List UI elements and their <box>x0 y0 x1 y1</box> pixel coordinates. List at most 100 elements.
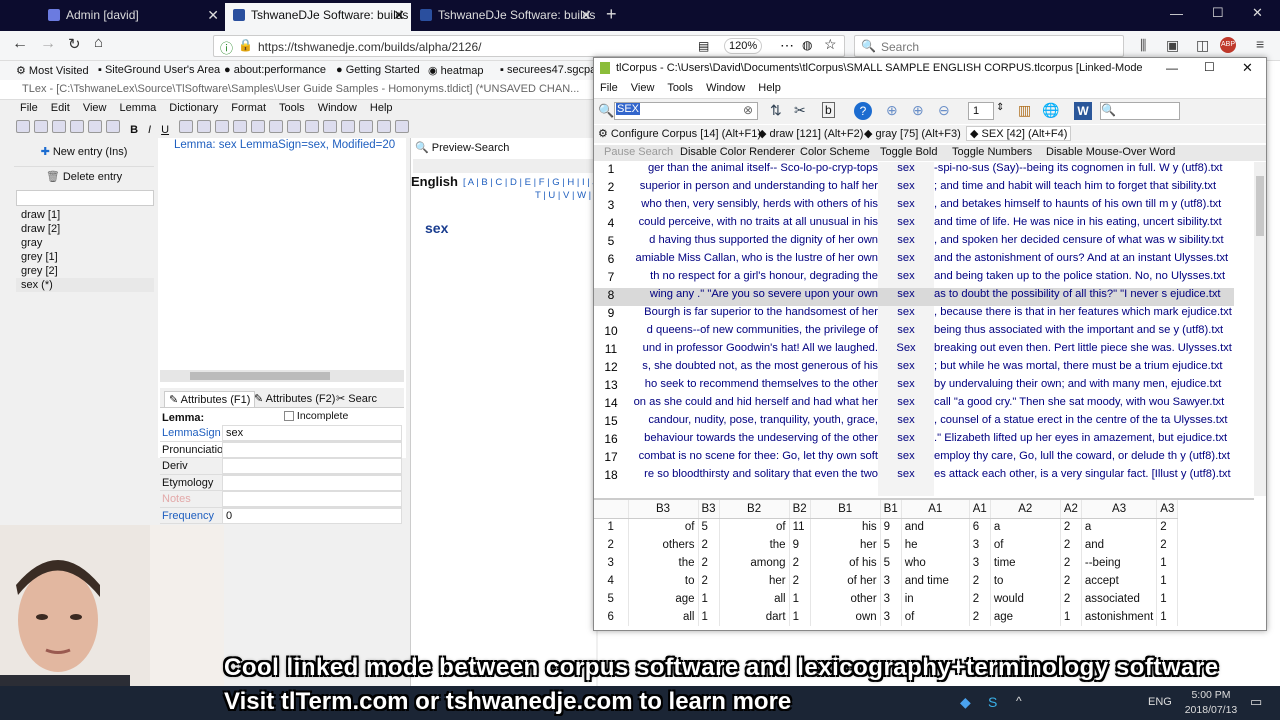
table-cell[interactable]: of <box>719 518 790 536</box>
globe-icon[interactable]: 🌐 <box>1042 102 1059 119</box>
menu-dictionary[interactable]: Dictionary <box>169 102 218 114</box>
table-cell[interactable]: a <box>1081 518 1158 536</box>
field-input-pronunciation[interactable] <box>222 441 402 458</box>
left-context[interactable]: und in professor Goodwin's hat! All we l… <box>630 342 878 354</box>
concordance-row[interactable]: 15 candour, nudity, pose, tranquility, yo… <box>594 414 1234 432</box>
table-cell[interactable]: 2 <box>698 554 720 572</box>
table-cell[interactable]: 1 <box>698 590 720 608</box>
table-cell[interactable]: other <box>810 590 881 608</box>
source-file[interactable]: ejudice.txt <box>1177 432 1227 444</box>
table-cell[interactable]: 2 <box>1060 518 1082 536</box>
refresh-icon[interactable] <box>34 120 48 133</box>
lemma-filter-input[interactable] <box>16 190 154 206</box>
table-cell[interactable]: he <box>901 536 970 554</box>
maximize-icon[interactable]: ☐ <box>1212 5 1224 21</box>
copy-icon[interactable] <box>106 120 120 133</box>
left-context[interactable]: Bourgh is far superior to the handsomest… <box>630 306 878 318</box>
source-file[interactable]: Ulysses.txt <box>1171 270 1225 282</box>
left-context[interactable]: re so bloodthirsty and solitary that eve… <box>630 468 878 480</box>
table-cell[interactable]: among <box>719 554 790 572</box>
table-cell[interactable]: 2 <box>789 572 811 590</box>
column-header[interactable]: B3 <box>698 500 720 519</box>
search-box[interactable]: 🔍 Search <box>854 35 1124 57</box>
left-context[interactable]: could perceive, with no traits at all un… <box>630 216 878 228</box>
preview-search[interactable]: 🔍 Preview-Search <box>415 141 509 154</box>
source-file[interactable]: y (utf8).txt <box>1173 162 1223 174</box>
source-file[interactable]: y (utf8).txt <box>1172 198 1222 210</box>
menu-tools[interactable]: Tools <box>279 102 305 114</box>
table-row[interactable]: 2 others 2 the 9 her 5 he 3 of 2 and 2 <box>594 536 1179 554</box>
table-cell[interactable]: age <box>628 590 699 608</box>
right-context[interactable]: by undervaluing their own; and with many… <box>934 378 1234 390</box>
browser-tab-2[interactable]: TshwaneDJe Software: builds / ✕ <box>225 3 411 31</box>
menu-window[interactable]: Window <box>318 102 357 114</box>
bookmark-item[interactable]: ▪ SiteGround User's Area <box>98 64 220 76</box>
table-cell[interactable]: 3 <box>969 536 991 554</box>
keyword[interactable]: sex <box>884 468 928 480</box>
menu-help[interactable]: Help <box>758 82 781 94</box>
table-cell[interactable]: age <box>990 608 1061 626</box>
pause-search-button[interactable]: Pause Search <box>604 146 673 158</box>
table-cell[interactable]: who <box>901 554 970 572</box>
close-tab-icon[interactable]: ✕ <box>393 3 405 27</box>
concordance-row[interactable]: 11 und in professor Goodwin's hat! All we… <box>594 342 1234 360</box>
list-item[interactable]: draw [1] <box>16 208 154 222</box>
table-cell[interactable]: 2 <box>1060 590 1082 608</box>
bookmark-star-icon[interactable]: ☆ <box>824 36 837 53</box>
table-cell[interactable]: all <box>719 590 790 608</box>
keyword[interactable]: sex <box>884 306 928 318</box>
toggle-numbers-button[interactable]: Toggle Numbers <box>952 146 1032 158</box>
keyword[interactable]: sex <box>884 324 928 336</box>
table-cell[interactable]: 5 <box>698 518 720 536</box>
source-file[interactable]: sibility.txt <box>1172 180 1217 192</box>
table-cell[interactable]: 2 <box>969 590 991 608</box>
table-cell[interactable]: his <box>810 518 881 536</box>
table-cell[interactable]: of <box>628 518 699 536</box>
browser-tab-1[interactable]: Admin [david] ✕ <box>40 3 225 31</box>
url-bar[interactable]: ⓘ 🔒 https://tshwanedje.com/builds/alpha/… <box>213 35 845 57</box>
left-context[interactable]: ger than the animal itself-- Sco-lo-po-c… <box>630 162 878 174</box>
table-cell[interactable]: would <box>990 590 1061 608</box>
table-cell[interactable]: the <box>628 554 699 572</box>
tab-draw[interactable]: ◆ draw [121] (Alt+F2) <box>758 127 863 140</box>
table-cell[interactable]: 3 <box>880 590 902 608</box>
keyword[interactable]: Sex <box>884 342 928 354</box>
source-file[interactable]: ejudice.txt <box>1172 360 1222 372</box>
table-cell[interactable]: --being <box>1081 554 1158 572</box>
minimize-icon[interactable]: — <box>1166 61 1178 75</box>
table-cell[interactable]: 1 <box>1156 572 1179 590</box>
close-icon[interactable]: ✕ <box>1242 60 1253 76</box>
right-context[interactable]: and the astonishment of ours? And at an … <box>934 252 1234 264</box>
undo-icon[interactable] <box>52 120 66 133</box>
zoom-in-icon[interactable]: ⊕ <box>912 102 924 119</box>
left-context[interactable]: who then, very sensibly, herds with othe… <box>630 198 878 210</box>
help-icon[interactable]: ? <box>854 102 872 120</box>
sync-icon[interactable]: ◫ <box>1196 37 1209 54</box>
table-cell[interactable]: accept <box>1081 572 1158 590</box>
tab-attributes-f2[interactable]: ✎ Attributes (F2) <box>254 392 335 405</box>
keyword[interactable]: sex <box>884 234 928 246</box>
adblock-icon[interactable]: ABP <box>1220 37 1236 53</box>
keyword[interactable]: sex <box>884 180 928 192</box>
table-cell[interactable]: 1 <box>1060 608 1082 626</box>
save-icon[interactable] <box>16 120 30 133</box>
bookmark-item[interactable]: ⚙ Most Visited <box>16 64 89 77</box>
left-context[interactable]: s, she doubted not, as the most generous… <box>630 360 878 372</box>
tab-configure-corpus[interactable]: ⚙ Configure Corpus [14] (Alt+F1) <box>598 127 761 140</box>
column-header[interactable]: A3 <box>1081 500 1158 519</box>
table-cell[interactable]: own <box>810 608 881 626</box>
table-cell[interactable]: her <box>810 536 881 554</box>
clock-time[interactable]: 5:00 PM <box>1188 689 1234 701</box>
table-cell[interactable]: 2 <box>969 572 991 590</box>
table-cell[interactable]: 9 <box>789 536 811 554</box>
keyword[interactable]: sex <box>884 252 928 264</box>
table-cell[interactable]: 6 <box>969 518 991 536</box>
concordance-row[interactable]: 14 on as she could and hid herself and ha… <box>594 396 1234 414</box>
left-context[interactable]: amiable Miss Callan, who is the lustre o… <box>630 252 878 264</box>
cut-icon[interactable] <box>70 120 84 133</box>
concordance-row[interactable]: 16 behaviour towards the undeserving of t… <box>594 432 1234 450</box>
table-cell[interactable]: and time <box>901 572 970 590</box>
tool-icon[interactable] <box>323 120 338 133</box>
tool-icon[interactable] <box>269 120 284 133</box>
close-tab-icon[interactable]: ✕ <box>207 3 219 27</box>
